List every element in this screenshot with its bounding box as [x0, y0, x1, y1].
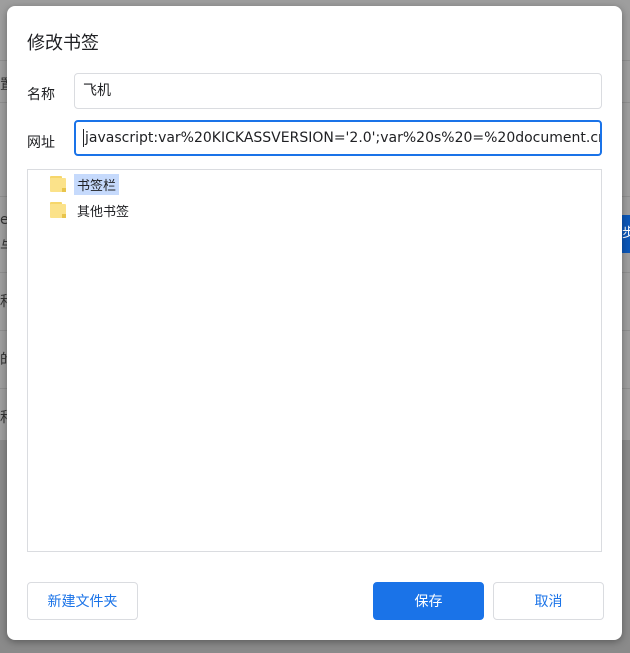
- folder-tree[interactable]: 书签栏 其他书签: [27, 169, 602, 552]
- folder-item-bookmarks-bar[interactable]: 书签栏: [50, 173, 120, 195]
- folder-label: 书签栏: [74, 173, 120, 195]
- folder-item-other-bookmarks[interactable]: 其他书签: [50, 199, 132, 221]
- bg-blue-button-label: 步: [622, 226, 630, 241]
- folder-icon: [50, 202, 66, 218]
- folder-icon: [50, 176, 66, 192]
- bg-blue-button: 步: [622, 215, 630, 253]
- text-caret: [83, 129, 84, 147]
- folder-label: 其他书签: [77, 204, 130, 220]
- name-label: 名称: [27, 87, 55, 103]
- cancel-button-label: 取消: [534, 594, 563, 610]
- url-input[interactable]: javascript:var%20KICKASSVERSION='2.0';va…: [74, 120, 602, 156]
- url-input-value: javascript:var%20KICKASSVERSION='2.0';va…: [85, 130, 602, 146]
- url-label: 网址: [27, 135, 55, 151]
- edit-bookmark-dialog: 修改书签 名称 飞机 网址 javascript:var%20KICKASSVE…: [7, 6, 622, 640]
- dialog-title: 修改书签: [27, 33, 99, 54]
- name-input[interactable]: 飞机: [74, 73, 602, 109]
- save-button[interactable]: 保存: [373, 582, 484, 620]
- new-folder-button[interactable]: 新建文件夹: [27, 582, 138, 620]
- cancel-button[interactable]: 取消: [493, 582, 604, 620]
- new-folder-button-label: 新建文件夹: [47, 594, 118, 610]
- save-button-label: 保存: [414, 594, 443, 610]
- name-input-value: 飞机: [83, 83, 111, 99]
